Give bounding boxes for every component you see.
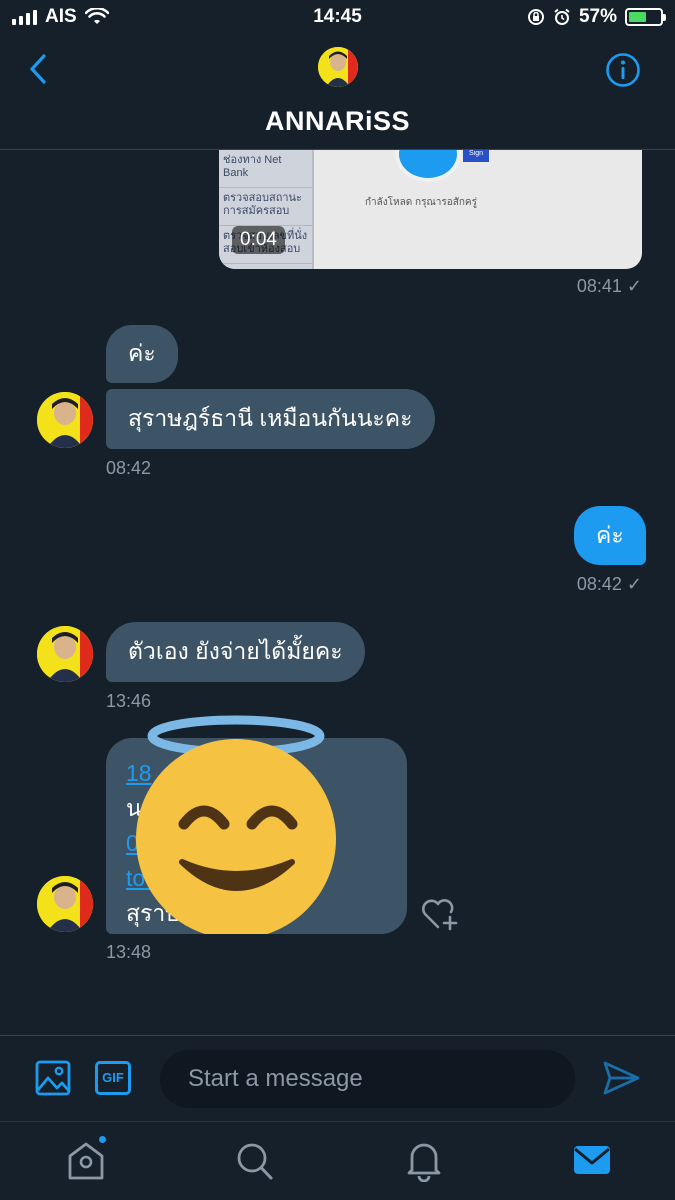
profile-photo <box>37 626 93 682</box>
header-avatar[interactable] <box>318 47 358 87</box>
message-bubble-incoming[interactable]: สุราษฎร์ธานี เหมือนกันนะคะ <box>106 389 435 449</box>
search-tab[interactable] <box>234 1138 274 1182</box>
status-right: 57% <box>527 6 666 28</box>
orientation-lock-icon <box>527 9 544 25</box>
video-loading-text: กำลังโหลด กรุณารอสักครู่ <box>365 197 477 208</box>
gif-button[interactable]: GIF <box>95 1061 131 1095</box>
message-input[interactable] <box>160 1050 575 1108</box>
sender-avatar[interactable] <box>37 876 93 932</box>
sender-avatar[interactable] <box>37 392 93 448</box>
message-composer: GIF <box>0 1035 675 1121</box>
back-button[interactable] <box>22 52 56 86</box>
message-timestamp: 08:42 <box>106 458 152 478</box>
wifi-icon <box>84 8 109 24</box>
conversation-title: ANNARiSS <box>264 106 410 136</box>
heart-plus-icon[interactable] <box>420 896 460 932</box>
message-timestamp: 13:48 <box>106 942 152 962</box>
message-bubble-outgoing[interactable]: ค่ะ <box>574 506 646 565</box>
profile-photo <box>37 392 93 448</box>
image-icon[interactable] <box>35 1060 71 1096</box>
profile-photo <box>37 876 93 932</box>
sent-check-icon: ✓ <box>626 276 642 296</box>
smiling-face-with-halo-emoji <box>136 715 336 934</box>
message-timestamp: 13:46 <box>106 691 152 711</box>
play-icon[interactable] <box>395 150 461 182</box>
conversation-header: ANNARiSS <box>0 34 675 150</box>
status-bar: AIS 14:45 57% <box>0 0 675 34</box>
profile-photo <box>318 47 358 87</box>
video-menu-row: ช่องทาง Net Bank <box>219 150 312 188</box>
notifications-tab[interactable] <box>404 1138 444 1183</box>
video-preview-button: Sign <box>463 150 489 162</box>
signal-icon <box>12 9 37 25</box>
battery-icon <box>625 8 666 26</box>
message-timestamp: 08:42 ✓ <box>576 574 642 594</box>
messages-tab[interactable] <box>572 1138 612 1182</box>
bell-icon <box>407 1143 441 1183</box>
message-bubble-incoming[interactable]: ค่ะ <box>106 325 178 383</box>
home-tab[interactable] <box>66 1134 108 1182</box>
send-icon[interactable] <box>601 1058 641 1098</box>
search-icon <box>237 1143 273 1180</box>
battery-percent: 57% <box>578 6 617 27</box>
video-menu-row: ตรวจสอบสถานะการสมัครสอบ <box>219 188 312 226</box>
status-left: AIS <box>12 6 109 28</box>
video-duration-badge: 0:04 <box>232 226 285 254</box>
sender-avatar[interactable] <box>37 626 93 682</box>
bottom-tab-bar <box>0 1121 675 1200</box>
mail-icon <box>574 1146 610 1174</box>
sent-check-icon: ✓ <box>626 574 642 594</box>
message-bubble-incoming[interactable]: ตัวเอง ยังจ่ายได้มั้ยคะ <box>106 622 365 682</box>
alarm-icon <box>554 8 570 25</box>
notification-dot <box>97 1134 108 1145</box>
carrier-label: AIS <box>45 6 77 27</box>
info-button[interactable] <box>605 52 641 88</box>
message-timestamp: 08:41 ✓ <box>576 276 642 296</box>
